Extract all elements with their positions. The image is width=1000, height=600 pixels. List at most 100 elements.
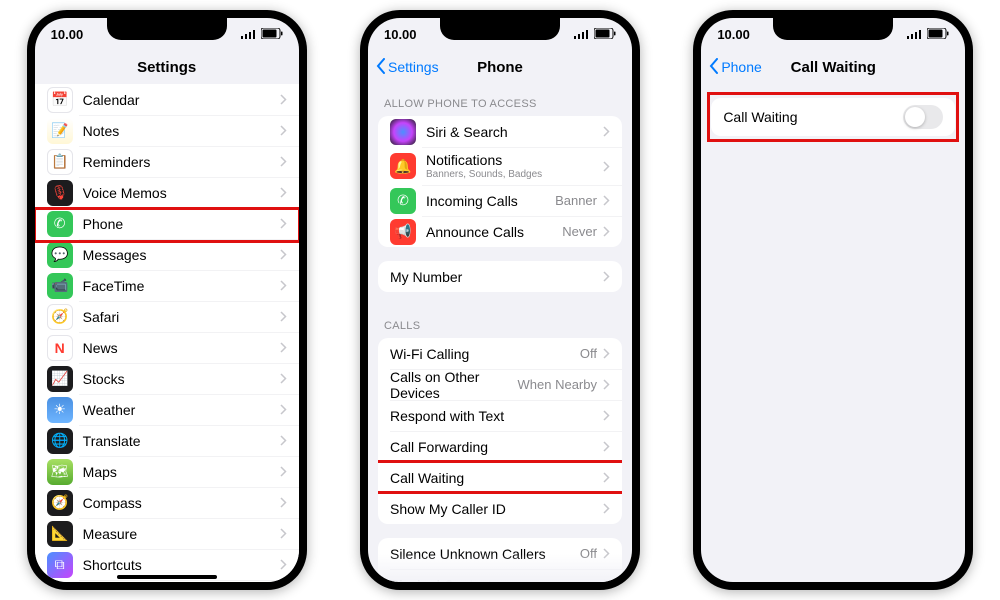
settings-row-notes[interactable]: 📝Notes — [35, 115, 299, 146]
nav-title: Settings — [137, 59, 196, 76]
chevron-right-icon — [280, 311, 287, 322]
notifications-subtitle: Banners, Sounds, Badges — [426, 169, 603, 180]
settings-row-measure[interactable]: 📐Measure — [35, 518, 299, 549]
chevron-right-icon — [280, 466, 287, 477]
settings-row-health[interactable]: ♥Health — [35, 580, 299, 582]
chevron-right-icon — [603, 195, 610, 206]
row-siri-search[interactable]: Siri & Search — [378, 116, 622, 147]
row-calls-other-devices[interactable]: Calls on Other DevicesWhen Nearby — [378, 369, 622, 400]
weather-icon: ☀ — [47, 397, 73, 423]
notifications-icon: 🔔 — [390, 153, 416, 179]
row-wifi-calling[interactable]: Wi-Fi CallingOff — [378, 338, 622, 369]
row-respond-with-text[interactable]: Respond with Text — [378, 400, 622, 431]
detail-value: Banner — [555, 193, 597, 208]
settings-row-safari[interactable]: 🧭Safari — [35, 301, 299, 332]
settings-row-voice-memos[interactable]: 🎙Voice Memos — [35, 177, 299, 208]
row-silence-unknown[interactable]: Silence Unknown CallersOff — [378, 538, 622, 569]
row-notifications[interactable]: 🔔NotificationsBanners, Sounds, Badges — [378, 147, 622, 185]
status-time: 10.00 — [51, 27, 84, 42]
chevron-right-icon — [280, 94, 287, 105]
detail-value: When Nearby — [518, 377, 597, 392]
battery-icon — [927, 27, 949, 42]
settings-row-weather[interactable]: ☀Weather — [35, 394, 299, 425]
chevron-left-icon — [376, 58, 386, 77]
chevron-left-icon — [709, 58, 719, 77]
back-button[interactable]: Settings — [376, 58, 439, 77]
row-show-caller-id[interactable]: Show My Caller ID — [378, 493, 622, 524]
detail-value: Off — [580, 546, 597, 561]
row-call-waiting-toggle: Call Waiting — [711, 98, 955, 136]
incoming-calls-icon: ✆ — [390, 188, 416, 214]
chevron-right-icon — [280, 125, 287, 136]
chevron-right-icon — [603, 410, 610, 421]
status-time: 10.00 — [717, 27, 750, 42]
settings-row-messages[interactable]: 💬Messages — [35, 239, 299, 270]
translate-icon: 🌐 — [47, 428, 73, 454]
chevron-right-icon — [603, 161, 610, 172]
signal-icon — [241, 27, 257, 42]
row-call-forwarding[interactable]: Call Forwarding — [378, 431, 622, 462]
chevron-right-icon — [280, 497, 287, 508]
voice-memos-icon: 🎙 — [47, 180, 73, 206]
nav-bar: Settings Phone — [368, 50, 632, 84]
back-button[interactable]: Phone — [709, 58, 761, 77]
reminders-icon: 📋 — [47, 149, 73, 175]
chevron-right-icon — [603, 126, 610, 137]
announce-calls-icon: 📢 — [390, 219, 416, 245]
battery-icon — [261, 27, 283, 42]
settings-row-reminders[interactable]: 📋Reminders — [35, 146, 299, 177]
notch — [773, 18, 893, 40]
call-waiting-label: Call Waiting — [723, 109, 903, 125]
row-announce-calls[interactable]: 📢Announce CallsNever — [378, 216, 622, 247]
nav-title: Call Waiting — [791, 59, 876, 76]
notch — [440, 18, 560, 40]
measure-icon: 📐 — [47, 521, 73, 547]
settings-row-compass[interactable]: 🧭Compass — [35, 487, 299, 518]
back-label: Phone — [721, 59, 761, 75]
settings-row-facetime[interactable]: 📹FaceTime — [35, 270, 299, 301]
settings-row-calendar[interactable]: 📅Calendar — [35, 84, 299, 115]
row-incoming-calls[interactable]: ✆Incoming CallsBanner — [378, 185, 622, 216]
chevron-right-icon — [603, 271, 610, 282]
notch — [107, 18, 227, 40]
settings-row-translate[interactable]: 🌐Translate — [35, 425, 299, 456]
chevron-right-icon — [280, 249, 287, 260]
nav-bar: Settings — [35, 50, 299, 84]
facetime-icon: 📹 — [47, 273, 73, 299]
signal-icon — [574, 27, 590, 42]
chevron-right-icon — [603, 503, 610, 514]
settings-row-maps[interactable]: 🗺Maps — [35, 456, 299, 487]
chevron-right-icon — [280, 280, 287, 291]
phone-settings: 10.00 Settings 📅Calendar 📝Notes 📋Reminde… — [27, 10, 307, 590]
chevron-right-icon — [280, 342, 287, 353]
section-header-access: Allow Phone to Access — [368, 84, 632, 116]
chevron-right-icon — [603, 348, 610, 359]
status-time: 10.00 — [384, 27, 417, 42]
chevron-right-icon — [280, 187, 287, 198]
call-waiting-toggle[interactable] — [903, 105, 943, 129]
chevron-right-icon — [280, 156, 287, 167]
phone-call-waiting: 10.00 Phone Call Waiting Call Waiting — [693, 10, 973, 590]
notes-icon: 📝 — [47, 118, 73, 144]
chevron-right-icon — [280, 373, 287, 384]
shortcuts-icon: ⧉ — [47, 552, 73, 578]
chevron-right-icon — [280, 435, 287, 446]
settings-row-stocks[interactable]: 📈Stocks — [35, 363, 299, 394]
settings-row-news[interactable]: NNews — [35, 332, 299, 363]
row-my-number[interactable]: My Number — [378, 261, 622, 292]
safari-icon: 🧭 — [47, 304, 73, 330]
news-icon: N — [47, 335, 73, 361]
row-call-waiting[interactable]: Call Waiting — [378, 462, 622, 493]
home-indicator[interactable] — [117, 575, 217, 579]
back-label: Settings — [388, 59, 439, 75]
siri-icon — [390, 119, 416, 145]
chevron-right-icon — [280, 404, 287, 415]
settings-row-phone[interactable]: ✆Phone — [35, 208, 299, 239]
chevron-right-icon — [603, 579, 610, 582]
nav-bar: Phone Call Waiting — [701, 50, 965, 84]
row-blocked-contacts[interactable]: Blocked Contacts — [378, 569, 622, 582]
maps-icon: 🗺 — [47, 459, 73, 485]
chevron-right-icon — [603, 441, 610, 452]
chevron-right-icon — [280, 218, 287, 229]
section-header-calls: Calls — [368, 306, 632, 338]
